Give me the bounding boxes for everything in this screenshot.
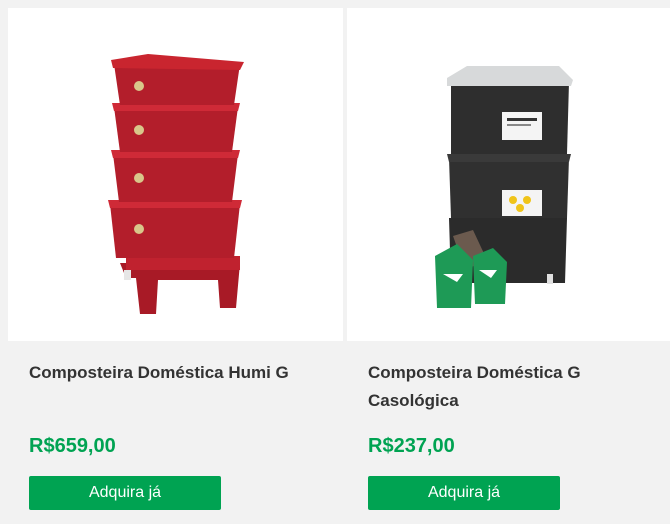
buy-button[interactable]: Adquira já [368, 476, 560, 510]
buy-button[interactable]: Adquira já [29, 476, 221, 510]
product-price: R$659,00 [29, 435, 116, 457]
product-title[interactable]: Composteira Doméstica G Casológica [368, 359, 668, 415]
red-stacked-compost-bin-image [8, 8, 343, 341]
product-image[interactable] [8, 8, 343, 341]
product-card[interactable]: Composteira Doméstica Humi G R$659,00 Ad… [8, 8, 343, 524]
product-image[interactable] [347, 8, 670, 341]
product-card[interactable]: Composteira Doméstica G Casológica R$237… [347, 8, 670, 524]
product-title[interactable]: Composteira Doméstica Humi G [29, 359, 329, 387]
product-price: R$237,00 [368, 435, 455, 457]
black-stacked-compost-bin-image [347, 8, 670, 341]
